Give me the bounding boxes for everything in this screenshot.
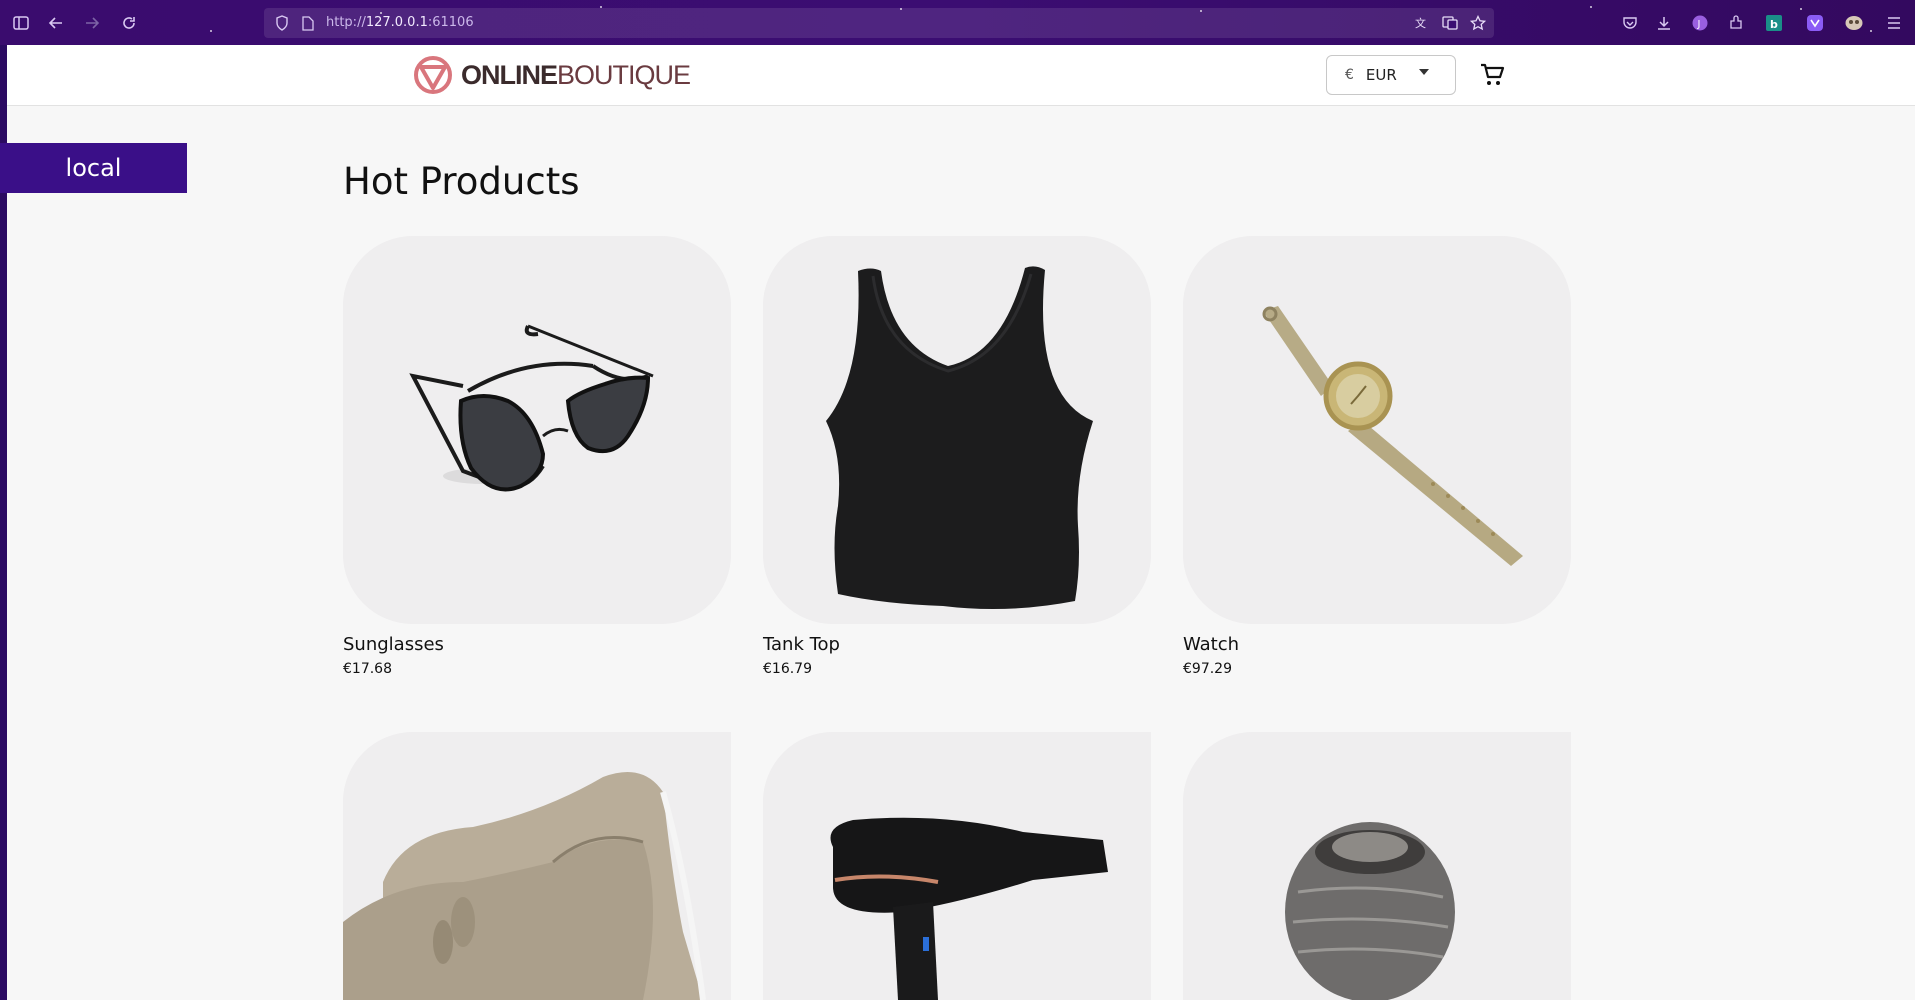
logo-text-online: ONLINE [461, 59, 558, 90]
profile-icon[interactable]: J [1688, 11, 1712, 35]
menu-icon[interactable] [1882, 11, 1906, 35]
product-name[interactable]: Watch [1183, 634, 1571, 655]
product-name[interactable]: Sunglasses [343, 634, 731, 655]
translate-page-icon[interactable] [1438, 11, 1462, 35]
url-port: :61106 [427, 15, 474, 30]
product-card-candle-holder[interactable] [1183, 732, 1571, 1000]
hair-dryer-image[interactable] [763, 732, 1151, 1000]
svg-text:文: 文 [1415, 16, 1426, 30]
sidebar-toggle-icon[interactable] [9, 11, 33, 35]
product-price: €16.79 [763, 661, 812, 677]
download-icon[interactable] [1652, 11, 1676, 35]
extensions-icon[interactable] [1724, 11, 1748, 35]
extension-face-icon[interactable] [1842, 11, 1866, 35]
pocket-icon[interactable] [1618, 11, 1642, 35]
product-price: €97.29 [1183, 661, 1232, 677]
watch-image[interactable] [1183, 236, 1571, 624]
logo-text-boutique: BOUTIQUE [557, 59, 691, 90]
reload-icon[interactable] [117, 11, 141, 35]
browser-toolbar: http://127.0.0.1:61106 文 J b [0, 0, 1915, 45]
page-title: Hot Products [343, 160, 580, 203]
svg-text:J: J [1697, 19, 1701, 30]
extension-shield-icon[interactable] [1803, 11, 1827, 35]
currency-selector[interactable]: € EUR [1326, 55, 1456, 95]
site-header: ONLINE BOUTIQUE [7, 45, 1915, 106]
page-icon[interactable] [296, 11, 320, 35]
bookmark-star-icon[interactable] [1466, 11, 1490, 35]
shield-icon[interactable] [270, 11, 294, 35]
svg-text:b: b [1770, 18, 1778, 31]
url-host: 127.0.0.1 [365, 15, 428, 30]
logo-icon [414, 56, 452, 94]
cart-icon[interactable] [1479, 62, 1505, 88]
product-card-watch[interactable]: Watch €97.29 [1183, 236, 1571, 677]
loafers-image[interactable] [343, 732, 731, 1000]
product-name[interactable]: Tank Top [763, 634, 1151, 655]
environment-tag: local [0, 143, 187, 193]
forward-icon[interactable] [80, 11, 104, 35]
translate-icon[interactable]: 文 [1410, 11, 1434, 35]
chevron-down-icon [1419, 69, 1429, 75]
extension-b-icon[interactable]: b [1762, 11, 1786, 35]
currency-symbol: € [1345, 67, 1354, 83]
product-card-hair-dryer[interactable] [763, 732, 1151, 1000]
product-card-tank-top[interactable]: Tank Top €16.79 [763, 236, 1151, 677]
product-card-loafers[interactable] [343, 732, 731, 1000]
currency-code: EUR [1365, 66, 1397, 84]
candle-holder-image[interactable] [1183, 732, 1571, 1000]
url-text: http://127.0.0.1:61106 [326, 15, 474, 30]
product-card-sunglasses[interactable]: Sunglasses €17.68 [343, 236, 731, 677]
sunglasses-image[interactable] [343, 236, 731, 624]
back-icon[interactable] [44, 11, 68, 35]
tank-top-image[interactable] [763, 236, 1151, 624]
product-price: €17.68 [343, 661, 392, 677]
address-bar[interactable]: http://127.0.0.1:61106 文 [264, 8, 1494, 38]
logo[interactable]: ONLINE BOUTIQUE [413, 54, 691, 96]
url-prefix: http:// [326, 15, 366, 30]
environment-tag-label: local [65, 154, 122, 182]
